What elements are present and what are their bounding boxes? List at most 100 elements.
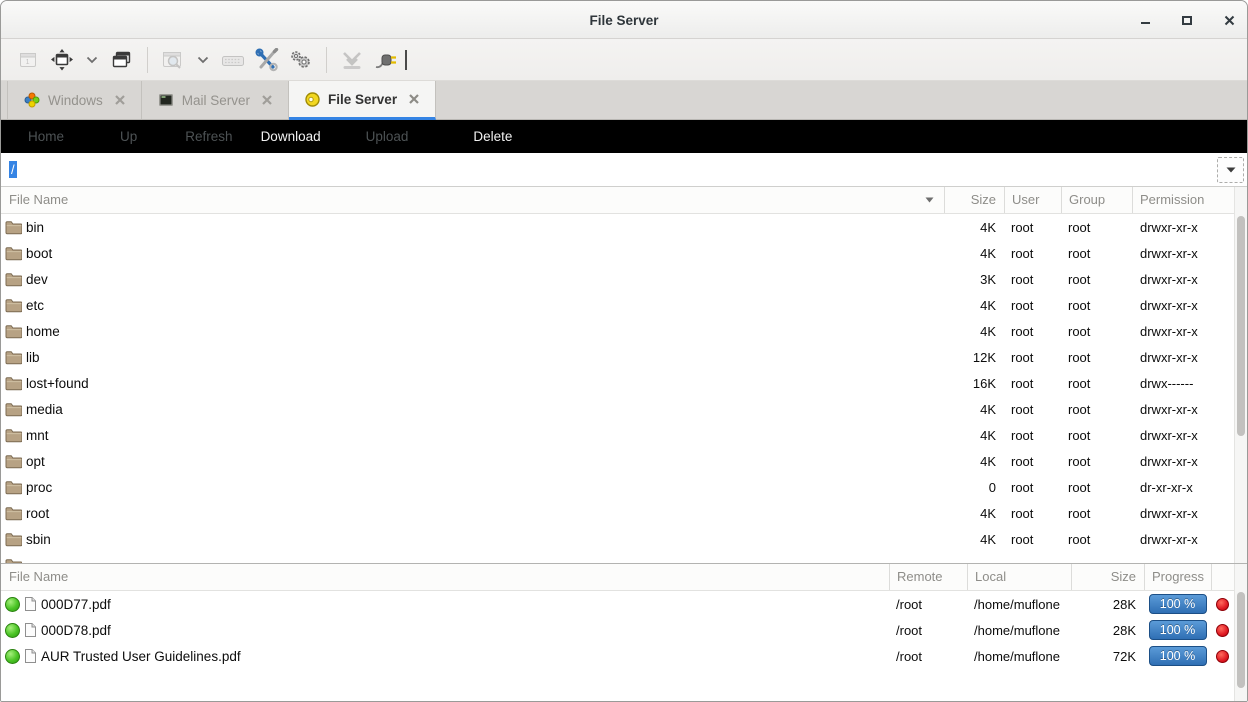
tools-icon[interactable] [250,44,284,76]
file-size: 4K [944,506,1004,521]
file-group: root [1061,506,1132,521]
file-user: root [1004,454,1061,469]
file-row-partial[interactable] [1,552,1234,563]
file-row[interactable]: home 4K root root drwxr-xr-x [1,318,1234,344]
tab-close-icon[interactable] [115,95,125,105]
new-window-icon[interactable]: 1 [11,44,45,76]
file-row[interactable]: etc 4K root root drwxr-xr-x [1,292,1234,318]
tab-close-icon[interactable] [409,94,419,104]
processes-gears-icon[interactable] [284,44,318,76]
file-row[interactable]: root 4K root root drwxr-xr-x [1,500,1234,526]
transfer-local-path: /home/muflone [967,649,1071,664]
menu-delete[interactable]: Delete [473,129,512,144]
file-group: root [1061,428,1132,443]
file-permission: drwxr-xr-x [1132,298,1234,313]
fullscreen-icon[interactable] [45,44,79,76]
folder-icon [5,506,22,521]
file-permission: drwxr-xr-x [1132,428,1234,443]
scrollbar-thumb[interactable] [1237,592,1245,688]
file-group: root [1061,298,1132,313]
transfer-row[interactable]: 000D78.pdf /root /home/muflone 28K 100 % [1,617,1234,643]
file-row[interactable]: opt 4K root root drwxr-xr-x [1,448,1234,474]
column-header-size[interactable]: Size [1071,564,1144,590]
toolbar: 1 [1,39,1247,81]
file-row[interactable]: sbin 4K root root drwxr-xr-x [1,526,1234,552]
menu-download[interactable]: Download [261,129,321,144]
file-permission: drwxr-xr-x [1132,454,1234,469]
download-icon[interactable] [335,44,369,76]
transfer-file-name: AUR Trusted User Guidelines.pdf [41,649,241,664]
path-input[interactable]: / [1,153,1247,186]
keyboard-icon[interactable] [216,44,250,76]
menu-upload[interactable]: Upload [366,129,409,144]
transfer-scrollbar[interactable] [1234,564,1247,701]
file-name: root [26,506,49,521]
file-size: 4K [944,298,1004,313]
column-header-size[interactable]: Size [944,187,1004,213]
file-name: opt [26,454,45,469]
file-row[interactable]: media 4K root root drwxr-xr-x [1,396,1234,422]
folder-icon [5,376,22,391]
windows-copy-icon[interactable] [105,44,139,76]
minimize-button[interactable] [1137,12,1153,28]
column-header-permission[interactable]: Permission [1132,187,1234,213]
transfer-row[interactable]: 000D77.pdf /root /home/muflone 28K 100 % [1,591,1234,617]
windows-cluster-icon [24,92,40,108]
folder-icon [5,480,22,495]
window-title: File Server [1,1,1247,39]
stop-status-red-icon [1216,598,1229,611]
tab-close-icon[interactable] [262,95,272,105]
toolbar-separator [326,47,327,73]
transfer-row[interactable]: AUR Trusted User Guidelines.pdf /root /h… [1,643,1234,669]
progress-indicator: 100 % [1149,646,1207,666]
stop-status-red-icon [1216,650,1229,663]
column-header-progress[interactable]: Progress [1144,564,1211,590]
file-row[interactable]: proc 0 root root dr-xr-xr-x [1,474,1234,500]
file-name: sbin [26,532,51,547]
close-button[interactable] [1221,12,1237,28]
connect-plug-icon[interactable] [369,44,403,76]
file-list-pane: File Name Size User Group Permission [1,187,1247,563]
file-name: mnt [26,428,49,443]
file-row[interactable]: lib 12K root root drwxr-xr-x [1,344,1234,370]
transfer-size: 28K [1071,597,1144,612]
file-size: 4K [944,324,1004,339]
chevron-down-icon[interactable] [79,44,105,76]
file-row[interactable]: boot 4K root root drwxr-xr-x [1,240,1234,266]
tab-bar: Windows Mail Server [1,81,1247,120]
folder-icon [5,402,22,417]
column-header-file-name[interactable]: File Name [1,187,944,213]
file-row[interactable]: dev 3K root root drwxr-xr-x [1,266,1234,292]
file-list-body: bin 4K root root drwxr-xr-x [1,214,1247,552]
find-icon[interactable] [156,44,190,76]
svg-text:1: 1 [26,59,30,66]
tab-mail-server[interactable]: Mail Server [142,81,289,119]
file-name: bin [26,220,44,235]
text-caret [405,50,407,70]
tab-file-server[interactable]: File Server [289,81,436,120]
column-header-user[interactable]: User [1004,187,1061,213]
menu-up[interactable]: Up [120,129,137,144]
column-header-group[interactable]: Group [1061,187,1132,213]
column-header-remote[interactable]: Remote [889,564,967,590]
folder-icon [5,220,22,235]
menu-refresh[interactable]: Refresh [185,129,232,144]
chevron-down-icon[interactable] [190,44,216,76]
file-permission: drwxr-xr-x [1132,402,1234,417]
column-header-file-name[interactable]: File Name [1,564,889,590]
menu-home[interactable]: Home [28,129,64,144]
file-list-scrollbar[interactable] [1234,187,1247,563]
document-icon [24,596,37,612]
path-dropdown-button[interactable] [1217,157,1244,183]
file-row[interactable]: lost+found 16K root root drwx------ [1,370,1234,396]
maximize-button[interactable] [1179,12,1195,28]
file-row[interactable]: mnt 4K root root drwxr-xr-x [1,422,1234,448]
transfer-complete-green-icon [5,623,20,638]
file-group: root [1061,376,1132,391]
action-bar: Home Up Refresh Download Upload Delete [1,120,1247,153]
file-row[interactable]: bin 4K root root drwxr-xr-x [1,214,1234,240]
tab-windows[interactable]: Windows [7,81,142,119]
app-window: File Server 1 [0,0,1248,702]
scrollbar-thumb[interactable] [1237,216,1245,436]
column-header-local[interactable]: Local [967,564,1071,590]
